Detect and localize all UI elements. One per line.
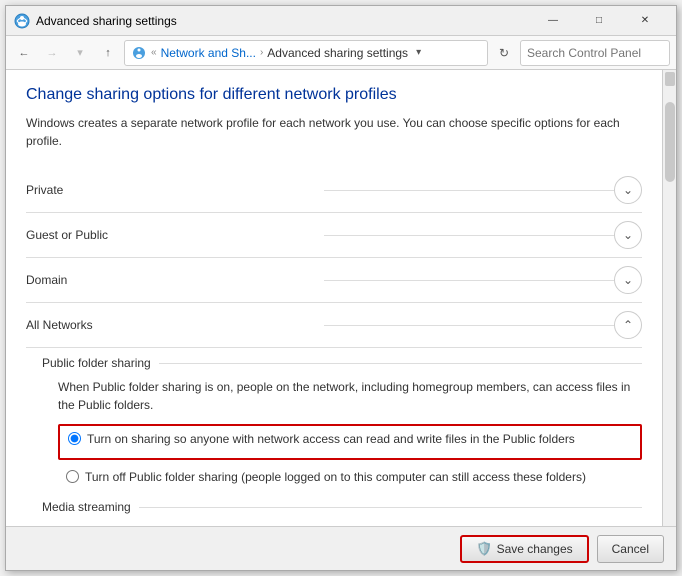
search-input[interactable]	[521, 46, 682, 60]
content-area: Change sharing options for different net…	[6, 70, 676, 526]
search-box: 🔍	[520, 40, 670, 66]
private-expand-btn[interactable]: ⌄	[614, 176, 642, 204]
scrollbar-thumb[interactable]	[665, 102, 675, 182]
allnetworks-expand-btn[interactable]: ⌃	[614, 311, 642, 339]
close-button[interactable]: ✕	[622, 6, 668, 36]
public-folder-header: Public folder sharing	[42, 356, 642, 370]
private-line	[324, 190, 614, 191]
page-description: Windows creates a separate network profi…	[26, 114, 642, 150]
media-streaming-line	[139, 507, 642, 508]
cancel-button[interactable]: Cancel	[597, 535, 664, 563]
page-title: Change sharing options for different net…	[26, 86, 642, 104]
title-bar: Advanced sharing settings — □ ✕	[6, 6, 676, 36]
media-streaming-section: Media streaming When media streaming is …	[42, 500, 642, 526]
address-bar: ← → ▾ ↑ « Network and Sh... › Advanced s…	[6, 36, 676, 70]
breadcrumb-network[interactable]: Network and Sh...	[161, 46, 256, 60]
breadcrumb: « Network and Sh... › Advanced sharing s…	[124, 40, 488, 66]
window-controls: — □ ✕	[530, 6, 668, 36]
domain-label: Domain	[26, 273, 316, 287]
allnetworks-label: All Networks	[26, 318, 316, 332]
breadcrumb-current: Advanced sharing settings	[267, 46, 408, 60]
public-folder-desc: When Public folder sharing is on, people…	[58, 378, 642, 414]
dropdown-button[interactable]: ▾	[68, 41, 92, 65]
save-label: Save changes	[497, 542, 573, 556]
radio-option1-input[interactable]	[68, 432, 81, 445]
footer: 🛡️ Save changes Cancel	[6, 526, 676, 570]
public-folder-line	[159, 363, 642, 364]
forward-button[interactable]: →	[40, 41, 64, 65]
scroll-up-arrow[interactable]	[665, 72, 675, 86]
network-icon	[131, 45, 147, 61]
window-icon	[14, 13, 30, 29]
public-folder-title: Public folder sharing	[42, 356, 151, 370]
domain-section[interactable]: Domain ⌄	[26, 258, 642, 303]
scrollbar[interactable]	[662, 70, 676, 526]
radio-option1: Turn on sharing so anyone with network a…	[68, 430, 632, 448]
guest-section[interactable]: Guest or Public ⌄	[26, 213, 642, 258]
breadcrumb-sep1: «	[151, 47, 157, 58]
guest-label: Guest or Public	[26, 228, 316, 242]
radio-option2-input[interactable]	[66, 470, 79, 483]
breadcrumb-dropdown[interactable]: ▾	[416, 47, 421, 58]
save-button[interactable]: 🛡️ Save changes	[460, 535, 588, 563]
allnetworks-section[interactable]: All Networks ⌃	[26, 303, 642, 348]
guest-line	[324, 235, 614, 236]
back-button[interactable]: ←	[12, 41, 36, 65]
media-streaming-title: Media streaming	[42, 500, 131, 514]
refresh-button[interactable]: ↻	[492, 41, 516, 65]
radio-option1-container: Turn on sharing so anyone with network a…	[58, 424, 642, 460]
breadcrumb-arrow: ›	[260, 47, 263, 58]
save-shield-icon: 🛡️	[476, 541, 492, 557]
private-section[interactable]: Private ⌄	[26, 168, 642, 213]
main-content: Change sharing options for different net…	[6, 70, 662, 526]
domain-expand-btn[interactable]: ⌄	[614, 266, 642, 294]
minimize-button[interactable]: —	[530, 6, 576, 36]
radio-option2: Turn off Public folder sharing (people l…	[66, 468, 642, 486]
allnetworks-line	[324, 325, 614, 326]
domain-line	[324, 280, 614, 281]
radio-option2-label: Turn off Public folder sharing (people l…	[85, 468, 586, 486]
media-streaming-header: Media streaming	[42, 500, 642, 514]
private-label: Private	[26, 183, 316, 197]
window-title: Advanced sharing settings	[36, 14, 530, 28]
main-window: Advanced sharing settings — □ ✕ ← → ▾ ↑ …	[5, 5, 677, 571]
radio-option1-label: Turn on sharing so anyone with network a…	[87, 430, 575, 448]
maximize-button[interactable]: □	[576, 6, 622, 36]
guest-expand-btn[interactable]: ⌄	[614, 221, 642, 249]
public-folder-section: Public folder sharing When Public folder…	[42, 348, 642, 486]
up-button[interactable]: ↑	[96, 41, 120, 65]
